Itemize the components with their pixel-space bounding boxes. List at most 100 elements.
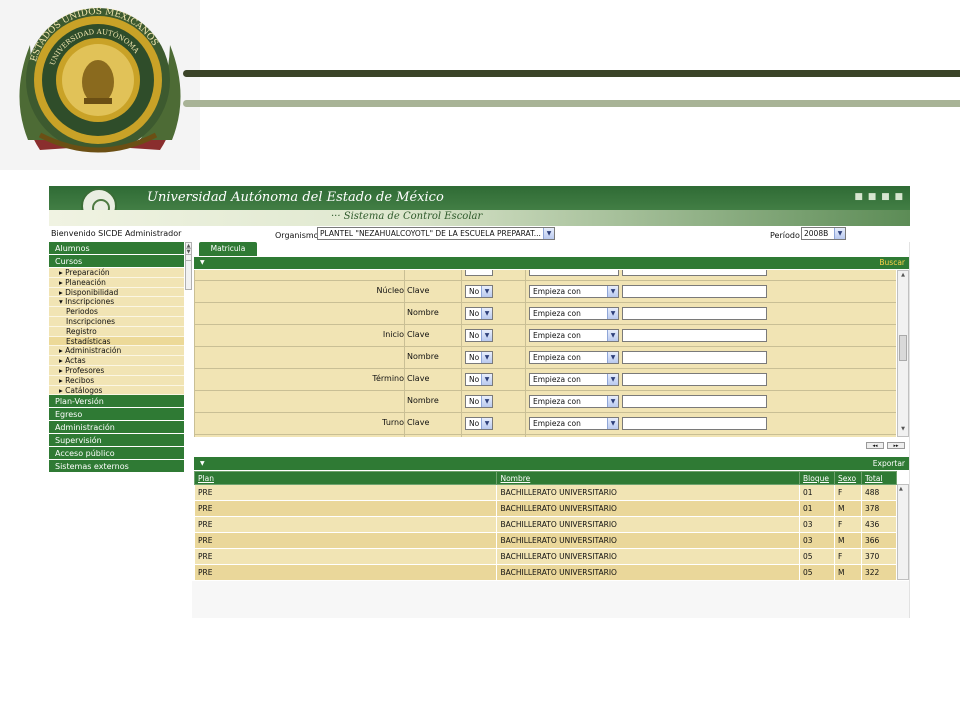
table-row[interactable]: PRE BACHILLERATO UNIVERSITARIO 03 F 436 [193,516,898,533]
sidebar-scrollbar[interactable]: ▲ ▼ [185,242,192,290]
scroll-up-icon[interactable]: ▲ [899,486,903,492]
sidebar-section-supervision[interactable]: Supervisión [49,434,184,448]
search-scrollbar[interactable]: ▲ ▼ [897,270,909,437]
operator-select[interactable]: Empieza con ▼ [529,417,619,430]
chevron-down-icon[interactable]: ▼ [607,308,618,319]
operator-select[interactable] [529,270,619,276]
flag-select[interactable]: No ▼ [465,417,493,430]
sidebar-item-disponibilidad[interactable]: ▸ Disponibilidad [49,287,184,298]
column-header-bloque[interactable]: Bloque [799,471,835,485]
column-header-plan[interactable]: Plan [193,471,498,485]
sidebar-item-administracion[interactable]: ▸ Administración [49,346,184,357]
table-row[interactable]: PRE BACHILLERATO UNIVERSITARIO 01 F 488 [193,484,898,501]
flag-select[interactable]: No ▼ [465,351,493,364]
operator-select[interactable]: Empieza con ▼ [529,307,619,320]
value-input[interactable] [622,351,767,364]
chevron-down-icon[interactable]: ▼ [607,396,618,407]
sidebar-section-administracion[interactable]: Administración [49,421,184,435]
exportar-button[interactable]: Exportar [873,457,905,470]
value-input[interactable] [622,285,767,298]
flag-value: No [469,309,480,318]
buscar-button[interactable]: Buscar [879,257,905,269]
value-input[interactable] [622,373,767,386]
sidebar-section-sistemas-externos[interactable]: Sistemas externos [49,460,184,474]
chevron-down-icon[interactable]: ▼ [607,374,618,385]
table-row[interactable]: PRE BACHILLERATO UNIVERSITARIO 05 F 370 [193,548,898,565]
search-row: NombreNo▼Empieza con▼ [195,302,896,325]
chevron-down-icon[interactable]: ▼ [481,308,492,319]
chevron-down-icon[interactable]: ▼ [481,330,492,341]
sidebar-item-actas[interactable]: ▸ Actas [49,356,184,366]
operator-select[interactable]: Empieza con ▼ [529,329,619,342]
pager-buttons: ◂◂ ▸▸ [863,442,905,449]
periodo-label: Período [770,231,800,240]
results-scrollbar[interactable]: ▲ [897,484,909,580]
sidebar-section-alumnos[interactable]: Alumnos [49,242,184,255]
sidebar-item-inscripciones-sub[interactable]: Inscripciones [49,316,184,327]
tab-matricula[interactable]: Matricula [199,242,257,256]
chevron-down-icon[interactable]: ▼ [481,396,492,407]
organismo-select[interactable]: PLANTEL "NEZAHUALCOYOTL" DE LA ESCUELA P… [317,227,555,240]
value-input[interactable] [622,395,767,408]
operator-select[interactable]: Empieza con ▼ [529,395,619,408]
operator-select[interactable]: Empieza con ▼ [529,285,619,298]
sidebar-item-registro[interactable]: Registro [49,326,184,337]
scroll-up-icon[interactable]: ▲ [899,272,907,281]
sidebar-item-estadisticas[interactable]: Estadísticas [49,336,184,347]
sidebar-item-profesores[interactable]: ▸ Profesores [49,365,184,376]
sidebar-item-preparacion[interactable]: ▸ Preparación [49,268,184,278]
flag-select[interactable]: No ▼ [465,307,493,320]
cell-sexo: F [834,484,862,501]
chevron-down-icon[interactable]: ▼ [481,418,492,429]
operator-select[interactable]: Empieza con ▼ [529,373,619,386]
operator-value: Empieza con [533,309,581,318]
table-row[interactable]: PRE BACHILLERATO UNIVERSITARIO 03 M 366 [193,532,898,549]
pager-prev-icon[interactable]: ◂◂ [866,442,884,449]
value-input[interactable] [622,307,767,320]
collapse-arrow-icon[interactable]: ▼ [200,457,205,470]
chevron-down-icon[interactable]: ▼ [481,374,492,385]
scroll-down-icon[interactable]: ▼ [899,426,907,435]
chevron-down-icon[interactable]: ▼ [543,228,554,239]
operator-select[interactable]: Empieza con ▼ [529,351,619,364]
sidebar-section-plan-version[interactable]: Plan-Versión [49,395,184,409]
value-input[interactable] [622,270,767,276]
sidebar-item-catalogos[interactable]: ▸ Catálogos [49,385,184,396]
column-header-sexo[interactable]: Sexo [834,471,862,485]
collapse-arrow-icon[interactable]: ▼ [200,257,205,269]
sidebar-item-recibos[interactable]: ▸ Recibos [49,375,184,386]
chevron-down-icon[interactable]: ▼ [481,286,492,297]
flag-value: No [469,353,480,362]
sidebar-section-acceso-publico[interactable]: Acceso público [49,447,184,461]
cell-total: 322 [860,564,898,581]
pager-next-icon[interactable]: ▸▸ [887,442,905,449]
flag-select[interactable]: No ▼ [465,329,493,342]
chevron-down-icon[interactable]: ▼ [834,228,845,239]
flag-select[interactable] [465,270,493,276]
column-header-nombre[interactable]: Nombre [496,471,801,485]
column-header-total[interactable]: Total [860,471,898,485]
sidebar-item-inscripciones[interactable]: ▾ Inscripciones [49,297,184,308]
table-row[interactable]: PRE BACHILLERATO UNIVERSITARIO 01 M 378 [193,500,898,517]
chevron-down-icon[interactable]: ▼ [607,418,618,429]
chevron-down-icon[interactable]: ▼ [481,352,492,363]
flag-select[interactable]: No ▼ [465,395,493,408]
flag-select[interactable]: No ▼ [465,373,493,386]
scroll-thumb[interactable] [899,335,907,361]
chevron-down-icon[interactable]: ▼ [607,286,618,297]
sidebar-section-cursos[interactable]: Cursos [49,255,184,268]
system-name: ··· Sistema de Control Escolar [331,211,483,222]
chevron-down-icon[interactable]: ▼ [607,352,618,363]
decorative-rule-dark [183,70,960,77]
sidebar-item-periodos[interactable]: Periodos [49,307,184,317]
value-input[interactable] [622,329,767,342]
sidebar-section-egreso[interactable]: Egreso [49,408,184,422]
value-input[interactable] [622,417,767,430]
periodo-select[interactable]: 2008B ▼ [801,227,846,240]
cell-bloque: 05 [799,564,835,581]
table-row[interactable]: PRE BACHILLERATO UNIVERSITARIO 05 M 322 [193,564,898,581]
sidebar-item-planeacion[interactable]: ▸ Planeación [49,277,184,288]
chevron-down-icon[interactable]: ▼ [607,330,618,341]
cell-sexo: M [834,564,862,581]
flag-select[interactable]: No ▼ [465,285,493,298]
